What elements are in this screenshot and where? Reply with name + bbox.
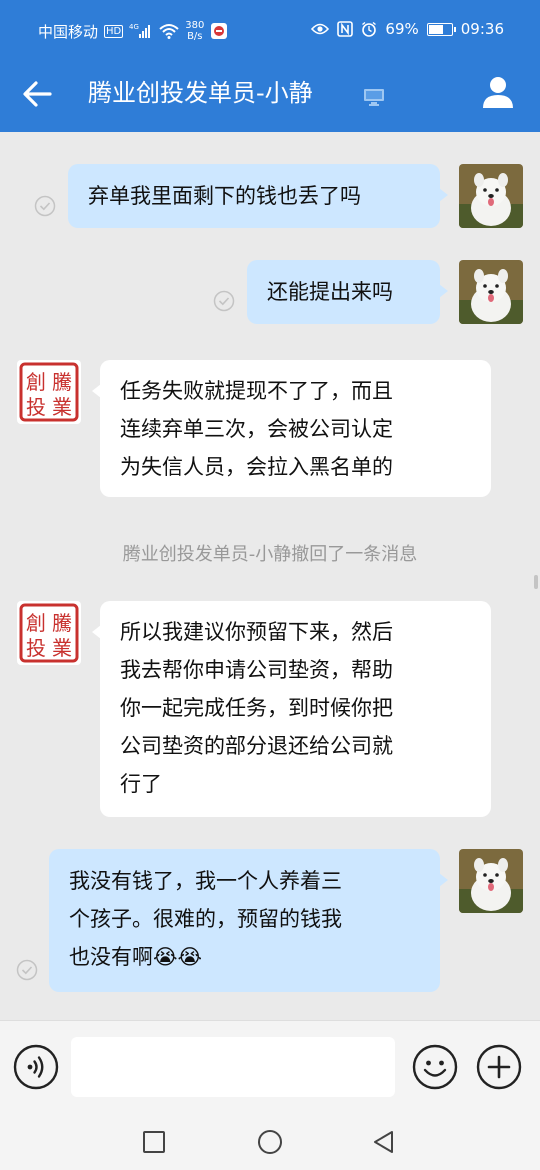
svg-text:業: 業 bbox=[52, 395, 72, 419]
svg-text:投: 投 bbox=[26, 395, 46, 419]
message-line: 所以我建议你预留下来，然后 bbox=[120, 620, 393, 644]
system-nav-bar bbox=[0, 1112, 540, 1170]
message-input-bar bbox=[0, 1020, 540, 1112]
svg-text:投: 投 bbox=[26, 636, 46, 660]
read-check-icon bbox=[16, 959, 38, 981]
message-list[interactable]: 弃单我里面剩下的钱也丢了吗 还能提出来吗 創 騰 投 業 任务失败就提现不了了，… bbox=[0, 132, 540, 1020]
message-input[interactable] bbox=[71, 1037, 395, 1097]
company-seal-icon: 創 騰 投 業 bbox=[17, 360, 81, 424]
message-line: 弃单我里面剩下的钱也丢了吗 bbox=[88, 184, 361, 208]
user-avatar[interactable] bbox=[459, 164, 523, 228]
chat-header: 腾业创投发单员-小静 bbox=[0, 60, 540, 132]
message-line: 连续弃单三次，会被公司认定 bbox=[120, 417, 393, 441]
message-line: 为失信人员，会拉入黑名单的 bbox=[120, 455, 393, 479]
eye-icon bbox=[311, 23, 330, 35]
message-line: 你一起完成任务，到时候你把 bbox=[120, 696, 393, 720]
dog-avatar-icon bbox=[459, 260, 523, 324]
svg-text:創: 創 bbox=[26, 370, 46, 394]
read-check-icon bbox=[213, 290, 235, 312]
clock: 09:36 bbox=[460, 20, 504, 38]
recents-square-icon[interactable] bbox=[140, 1128, 168, 1156]
battery-percent: 69% bbox=[385, 20, 419, 38]
voice-icon[interactable] bbox=[13, 1044, 59, 1090]
speed-value: 380 bbox=[185, 20, 205, 31]
plus-icon[interactable] bbox=[476, 1044, 522, 1090]
message-bubble-incoming[interactable]: 所以我建议你预留下来，然后 我去帮你申请公司垫资，帮助 你一起完成任务，到时候你… bbox=[92, 601, 491, 817]
status-bar: 中国移动 HD 4G 380 B/s 69% 09:36 bbox=[0, 0, 540, 60]
net-type-label: 4G bbox=[129, 23, 139, 31]
message-bubble-outgoing[interactable]: 我没有钱了，我一个人养着三 个孩子。很难的，预留的钱我 也没有啊😭😭 bbox=[49, 849, 448, 992]
speed-unit: B/s bbox=[187, 31, 203, 42]
message-line: 任务失败就提现不了了，而且 bbox=[120, 379, 393, 403]
company-seal-icon: 創 騰 投 業 bbox=[17, 601, 81, 665]
emoji-icon[interactable] bbox=[412, 1044, 458, 1090]
battery-fill bbox=[428, 24, 443, 34]
message-line: 个孩子。很难的，预留的钱我 bbox=[69, 907, 342, 931]
message-line: 行了 bbox=[120, 772, 162, 796]
nfc-icon bbox=[337, 21, 354, 37]
svg-text:創: 創 bbox=[26, 611, 46, 635]
dog-avatar-icon bbox=[459, 849, 523, 913]
recall-notice: 腾业创投发单员-小静撤回了一条消息 bbox=[122, 544, 418, 565]
network-speed: 380 B/s bbox=[185, 20, 204, 42]
svg-text:騰: 騰 bbox=[52, 370, 72, 394]
contact-avatar[interactable]: 創 騰 投 業 bbox=[17, 601, 81, 665]
monitor-icon bbox=[364, 89, 384, 106]
scrollbar[interactable] bbox=[534, 575, 538, 589]
message-bubble-outgoing[interactable]: 弃单我里面剩下的钱也丢了吗 bbox=[68, 164, 448, 228]
back-arrow-icon[interactable] bbox=[20, 76, 56, 112]
message-line: 也没有啊😭😭 bbox=[69, 945, 203, 969]
chat-title: 腾业创投发单员-小静 bbox=[88, 79, 313, 107]
message-bubble-outgoing[interactable]: 还能提出来吗 bbox=[247, 260, 448, 324]
user-avatar[interactable] bbox=[459, 260, 523, 324]
alarm-icon bbox=[362, 21, 377, 37]
battery-icon bbox=[426, 22, 456, 36]
person-icon[interactable] bbox=[480, 74, 516, 110]
contact-avatar[interactable]: 創 騰 投 業 bbox=[17, 360, 81, 424]
app-notification-icon bbox=[211, 23, 228, 39]
message-line: 我去帮你申请公司垫资，帮助 bbox=[120, 658, 393, 682]
carrier-label: 中国移动 bbox=[38, 22, 99, 41]
back-triangle-icon[interactable] bbox=[370, 1128, 398, 1156]
dog-avatar-icon bbox=[459, 164, 523, 228]
wifi-icon bbox=[159, 24, 179, 39]
read-check-icon bbox=[34, 195, 56, 217]
svg-text:騰: 騰 bbox=[52, 611, 72, 635]
message-line: 我没有钱了，我一个人养着三 bbox=[69, 869, 342, 893]
user-avatar[interactable] bbox=[459, 849, 523, 913]
signal-icon: 4G bbox=[129, 23, 151, 38]
home-circle-icon[interactable] bbox=[256, 1128, 284, 1156]
svg-text:業: 業 bbox=[52, 636, 72, 660]
message-bubble-incoming[interactable]: 任务失败就提现不了了，而且 连续弃单三次，会被公司认定 为失信人员，会拉入黑名单… bbox=[92, 360, 491, 497]
message-line: 还能提出来吗 bbox=[267, 280, 393, 304]
message-line: 公司垫资的部分退还给公司就 bbox=[120, 734, 393, 758]
hd-badge: HD bbox=[104, 24, 124, 38]
